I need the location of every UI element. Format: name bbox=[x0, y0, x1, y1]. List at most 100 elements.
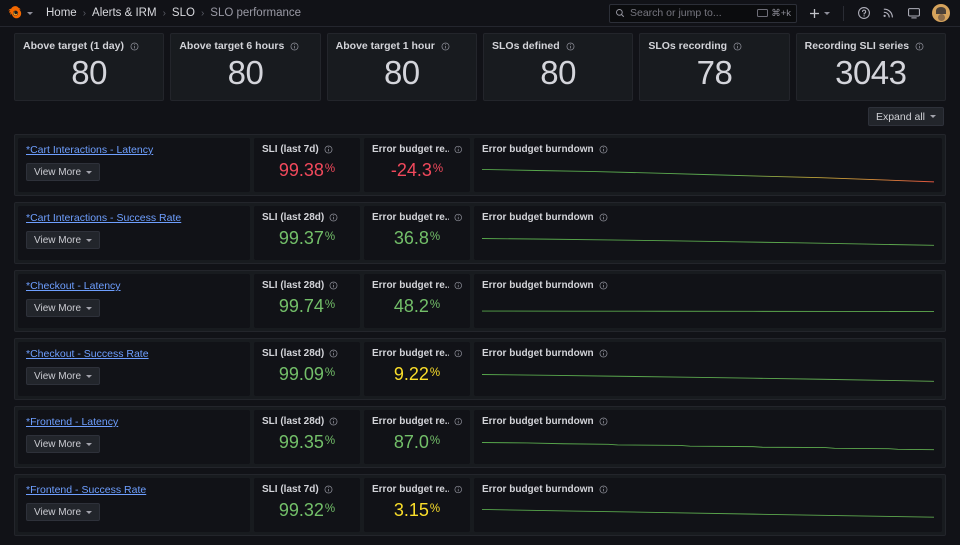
slo-name-cell: *Frontend - Latency View More bbox=[18, 410, 250, 464]
view-more-button[interactable]: View More bbox=[26, 231, 101, 249]
sli-panel[interactable]: SLI (last 7d) 99.32% bbox=[254, 478, 360, 532]
slo-row: *Cart Interactions - Latency View More S… bbox=[14, 134, 946, 196]
error-budget-panel[interactable]: Error budget re... 3.15% bbox=[364, 478, 470, 532]
slo-link[interactable]: *Cart Interactions - Success Rate bbox=[26, 212, 242, 224]
expand-all-bar: Expand all bbox=[0, 101, 960, 126]
info-circle-icon[interactable] bbox=[454, 213, 462, 222]
sli-panel[interactable]: SLI (last 28d) 99.35% bbox=[254, 410, 360, 464]
breadcrumb-item-slo[interactable]: SLO bbox=[172, 7, 195, 19]
breadcrumb-separator: › bbox=[82, 7, 87, 19]
view-more-label: View More bbox=[34, 234, 82, 246]
breadcrumb-item-slo-performance: SLO performance bbox=[210, 7, 302, 19]
slo-link[interactable]: *Frontend - Latency bbox=[26, 416, 242, 428]
view-more-button[interactable]: View More bbox=[26, 163, 101, 181]
view-more-button[interactable]: View More bbox=[26, 503, 101, 521]
info-circle-icon[interactable] bbox=[599, 417, 608, 426]
chevron-down-icon bbox=[27, 11, 33, 15]
info-circle-icon[interactable] bbox=[599, 349, 608, 358]
info-circle-icon[interactable] bbox=[454, 281, 462, 290]
stat-panel-above-target-1-hour[interactable]: Above target 1 hour 80 bbox=[326, 33, 477, 101]
slo-link[interactable]: *Checkout - Latency bbox=[26, 280, 242, 292]
chevron-down-icon bbox=[86, 170, 93, 174]
view-more-button[interactable]: View More bbox=[26, 299, 101, 317]
error-budget-burndown-panel[interactable]: Error budget burndown bbox=[474, 478, 942, 532]
sli-header: SLI (last 28d) bbox=[262, 416, 352, 427]
burndown-header: Error budget burndown bbox=[482, 212, 934, 223]
chevron-down-icon bbox=[86, 374, 93, 378]
info-circle-icon[interactable] bbox=[733, 42, 742, 51]
info-circle-icon[interactable] bbox=[599, 213, 608, 222]
info-circle-icon[interactable] bbox=[324, 485, 333, 494]
search-input[interactable]: Search or jump to... ⌘+k bbox=[609, 3, 797, 23]
monitor-icon[interactable] bbox=[907, 6, 921, 20]
info-circle-icon[interactable] bbox=[599, 281, 608, 290]
error-budget-panel[interactable]: Error budget re... 9.22% bbox=[364, 342, 470, 396]
view-more-button[interactable]: View More bbox=[26, 435, 101, 453]
info-circle-icon[interactable] bbox=[454, 485, 462, 494]
rss-icon[interactable] bbox=[882, 6, 896, 20]
info-circle-icon[interactable] bbox=[290, 42, 299, 51]
view-more-label: View More bbox=[34, 166, 82, 178]
add-new-button[interactable] bbox=[808, 7, 830, 20]
slo-name-cell: *Frontend - Success Rate View More bbox=[18, 478, 250, 532]
sli-panel[interactable]: SLI (last 28d) 99.74% bbox=[254, 274, 360, 328]
error-budget-panel[interactable]: Error budget re... 36.8% bbox=[364, 206, 470, 260]
error-budget-panel[interactable]: Error budget re... -24.3% bbox=[364, 138, 470, 192]
info-circle-icon[interactable] bbox=[454, 417, 462, 426]
avatar[interactable] bbox=[932, 4, 950, 22]
error-budget-burndown-panel[interactable]: Error budget burndown bbox=[474, 138, 942, 192]
burndown-chart bbox=[482, 427, 934, 458]
info-circle-icon[interactable] bbox=[566, 42, 575, 51]
error-budget-burndown-panel[interactable]: Error budget burndown bbox=[474, 274, 942, 328]
sli-panel[interactable]: SLI (last 28d) 99.37% bbox=[254, 206, 360, 260]
error-budget-value: 87.0% bbox=[393, 431, 441, 452]
stat-header: Above target 6 hours bbox=[179, 40, 311, 52]
breadcrumb-item-alerts-irm[interactable]: Alerts & IRM bbox=[92, 7, 157, 19]
stat-header: Above target 1 hour bbox=[336, 40, 468, 52]
view-more-button[interactable]: View More bbox=[26, 367, 101, 385]
expand-all-button[interactable]: Expand all bbox=[867, 107, 944, 126]
slo-link[interactable]: *Frontend - Success Rate bbox=[26, 484, 242, 496]
burndown-title: Error budget burndown bbox=[482, 212, 594, 223]
info-circle-icon[interactable] bbox=[329, 349, 338, 358]
error-budget-panel[interactable]: Error budget re... 48.2% bbox=[364, 274, 470, 328]
grafana-home-menu[interactable] bbox=[7, 5, 33, 22]
slo-name-cell: *Cart Interactions - Latency View More bbox=[18, 138, 250, 192]
info-circle-icon[interactable] bbox=[441, 42, 450, 51]
error-budget-panel[interactable]: Error budget re... 87.0% bbox=[364, 410, 470, 464]
info-circle-icon[interactable] bbox=[915, 42, 924, 51]
stat-panel-recording-sli-series[interactable]: Recording SLI series 3043 bbox=[795, 33, 946, 101]
sli-panel[interactable]: SLI (last 28d) 99.09% bbox=[254, 342, 360, 396]
slo-row: *Cart Interactions - Success Rate View M… bbox=[14, 202, 946, 264]
info-circle-icon[interactable] bbox=[130, 42, 139, 51]
info-circle-icon[interactable] bbox=[329, 213, 338, 222]
slo-link[interactable]: *Cart Interactions - Latency bbox=[26, 144, 242, 156]
stat-panel-slos-defined[interactable]: SLOs defined 80 bbox=[482, 33, 634, 101]
error-budget-burndown-panel[interactable]: Error budget burndown bbox=[474, 410, 942, 464]
nav-icon-group bbox=[808, 4, 950, 22]
sli-panel[interactable]: SLI (last 7d) 99.38% bbox=[254, 138, 360, 192]
info-circle-icon[interactable] bbox=[454, 349, 462, 358]
info-circle-icon[interactable] bbox=[324, 145, 333, 154]
burndown-title: Error budget burndown bbox=[482, 484, 594, 495]
error-budget-header: Error budget re... bbox=[372, 280, 462, 291]
stat-value: 80 bbox=[540, 53, 576, 91]
burndown-chart bbox=[482, 495, 934, 526]
info-circle-icon[interactable] bbox=[329, 281, 338, 290]
stat-panel-above-target-6-hours[interactable]: Above target 6 hours 80 bbox=[170, 33, 321, 101]
error-budget-burndown-panel[interactable]: Error budget burndown bbox=[474, 342, 942, 396]
error-budget-header: Error budget re... bbox=[372, 144, 462, 155]
help-circle-icon[interactable] bbox=[857, 6, 871, 20]
view-more-label: View More bbox=[34, 302, 82, 314]
stat-panel-above-target-1-day[interactable]: Above target (1 day) 80 bbox=[14, 33, 165, 101]
breadcrumb-separator: › bbox=[162, 7, 166, 19]
info-circle-icon[interactable] bbox=[329, 417, 338, 426]
slo-link[interactable]: *Checkout - Success Rate bbox=[26, 348, 242, 360]
breadcrumb-item-home[interactable]: Home bbox=[46, 7, 77, 19]
error-budget-burndown-panel[interactable]: Error budget burndown bbox=[474, 206, 942, 260]
info-circle-icon[interactable] bbox=[454, 145, 462, 154]
info-circle-icon[interactable] bbox=[599, 145, 608, 154]
info-circle-icon[interactable] bbox=[599, 485, 608, 494]
stat-panel-slos-recording[interactable]: SLOs recording 78 bbox=[639, 33, 790, 101]
sli-value: 99.37% bbox=[278, 227, 336, 248]
